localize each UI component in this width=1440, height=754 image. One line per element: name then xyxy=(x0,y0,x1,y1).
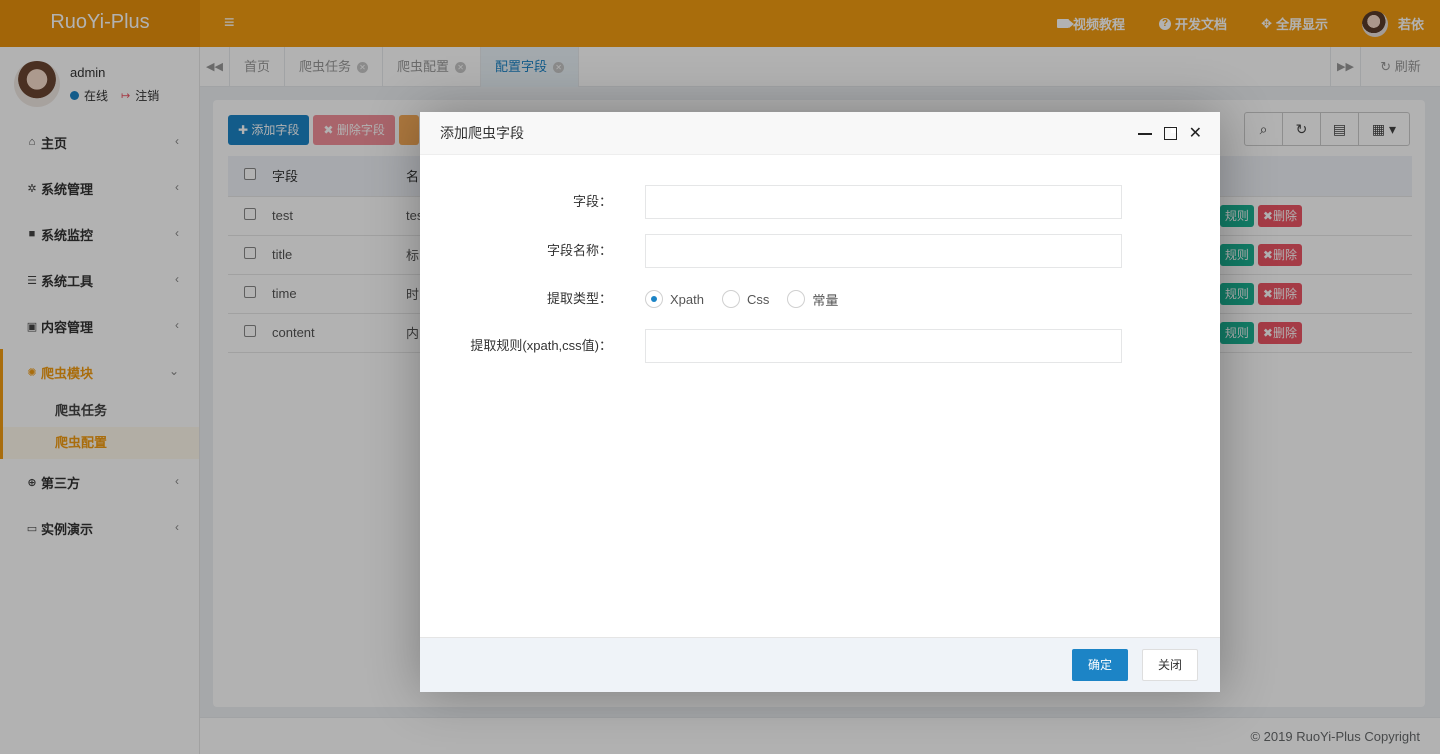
dialog-body: 字段： 字段名称： 提取类型： Xpath Css 常量 提取规则(xpath,… xyxy=(420,155,1220,637)
field-name-label: 字段名称： xyxy=(546,243,612,258)
extract-rule-label: 提取规则(xpath,css值)： xyxy=(470,338,612,353)
extract-rule-input[interactable] xyxy=(645,329,1122,363)
field-label: 字段： xyxy=(572,194,612,209)
radio-label: 常量 xyxy=(812,292,839,308)
add-field-dialog: 添加爬虫字段 ✕ 字段： 字段名称： 提取类型： Xpath Css 常量 提取… xyxy=(420,112,1220,692)
dialog-header: 添加爬虫字段 ✕ xyxy=(420,112,1220,155)
radio-label: Xpath xyxy=(670,291,704,307)
dialog-controls: ✕ xyxy=(1137,112,1202,155)
radio-circle[interactable] xyxy=(787,290,806,308)
confirm-button[interactable]: 确定 xyxy=(1072,649,1128,681)
dialog-title: 添加爬虫字段 xyxy=(440,125,524,141)
radio-xpath[interactable]: Xpath xyxy=(645,290,704,308)
field-input[interactable] xyxy=(645,185,1122,219)
form-row-field: 字段： xyxy=(420,185,1220,219)
form-row-rule: 提取规则(xpath,css值)： xyxy=(420,329,1220,363)
minimize-icon[interactable] xyxy=(1137,132,1152,135)
extract-type-label: 提取类型： xyxy=(546,291,612,306)
maximize-icon[interactable] xyxy=(1163,126,1178,140)
dialog-footer: 确定 关闭 xyxy=(420,637,1220,692)
form-row-name: 字段名称： xyxy=(420,234,1220,268)
radio-constant[interactable]: 常量 xyxy=(787,290,838,309)
close-button[interactable]: 关闭 xyxy=(1142,649,1198,681)
radio-circle[interactable] xyxy=(721,290,740,308)
extract-type-radio-group: Xpath Css 常量 xyxy=(645,282,856,316)
form-row-type: 提取类型： Xpath Css 常量 xyxy=(420,282,1220,316)
close-icon[interactable]: ✕ xyxy=(1189,125,1202,142)
radio-css[interactable]: Css xyxy=(721,290,770,308)
radio-circle-checked[interactable] xyxy=(645,290,663,308)
radio-label: Css xyxy=(746,291,770,307)
field-name-input[interactable] xyxy=(645,234,1122,268)
